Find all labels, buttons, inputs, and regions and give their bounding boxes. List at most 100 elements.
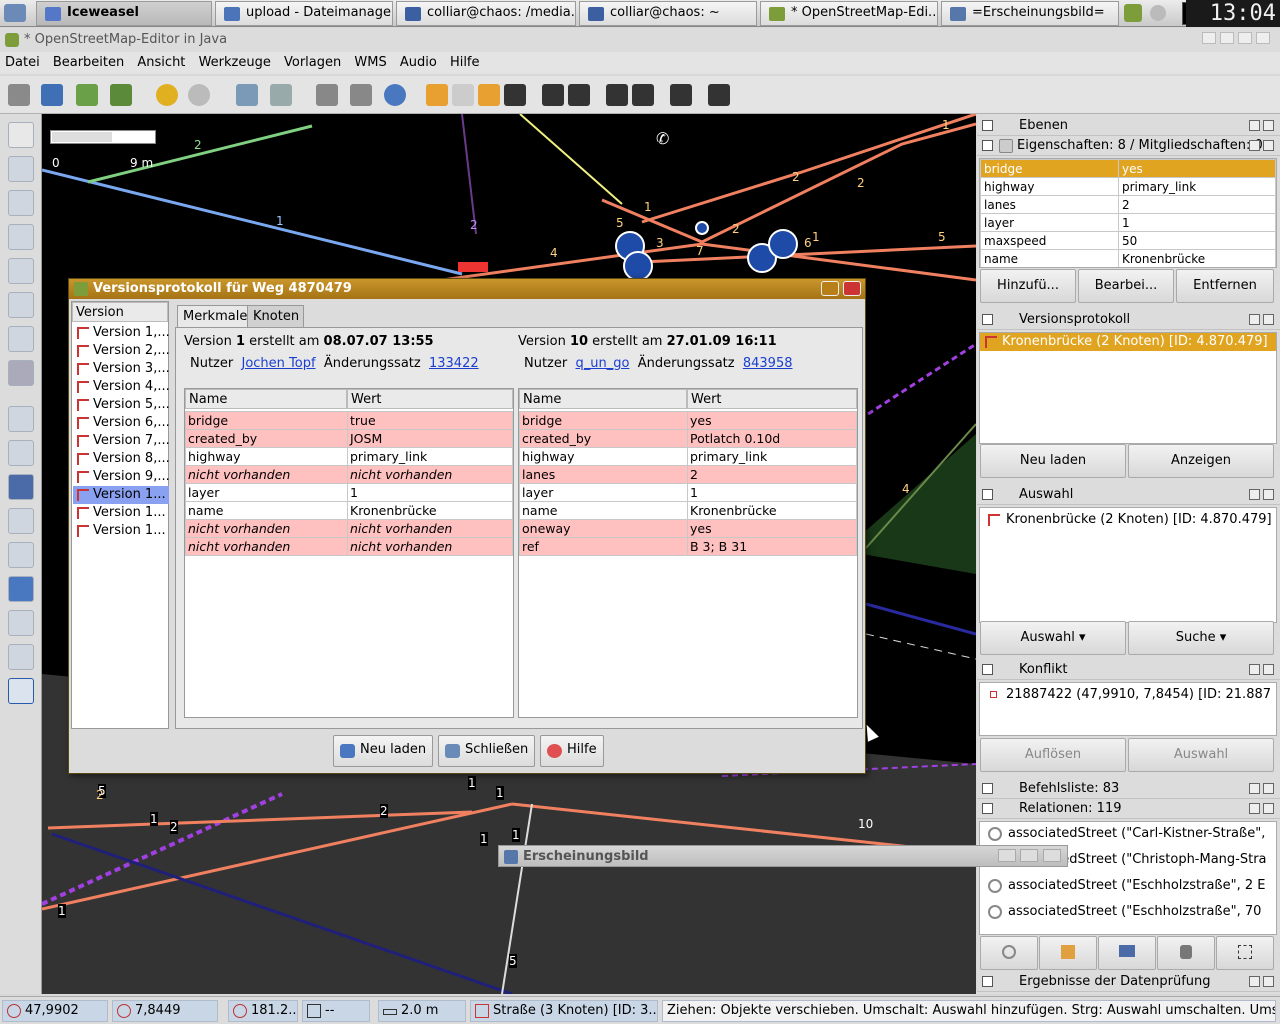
tag-key[interactable]: bridge	[185, 411, 348, 430]
delete-tool-icon[interactable]	[8, 258, 34, 284]
draw-tool-icon[interactable]	[8, 156, 34, 182]
dialog-titlebar[interactable]: Versionsprotokoll für Weg 4870479	[69, 279, 865, 299]
tag-value[interactable]: primary_link	[347, 447, 513, 466]
redo-icon[interactable]	[188, 84, 210, 106]
collapse-icon[interactable]	[982, 140, 993, 151]
relation-item[interactable]: associatedStreet ("Eschholzstraße", 2 E	[980, 874, 1276, 900]
validator-toggle-icon[interactable]	[8, 610, 34, 636]
history-toggle-icon[interactable]	[8, 644, 34, 670]
ergebnisse-header[interactable]: Ergebnisse der Datenprüfung	[977, 972, 1280, 992]
preferences-icon[interactable]	[270, 84, 292, 106]
commands-toggle-icon[interactable]	[8, 508, 34, 534]
maximize-icon[interactable]	[1020, 849, 1039, 862]
chart-icon[interactable]	[708, 84, 730, 106]
version-item[interactable]: Version 7,...	[73, 432, 169, 450]
clock[interactable]: 13:04	[1186, 0, 1280, 27]
tag-value[interactable]: nicht vorhanden	[347, 519, 513, 538]
dialog-maximize-icon[interactable]	[821, 281, 839, 296]
area-tool-icon[interactable]	[8, 190, 34, 216]
undock-icon[interactable]	[1249, 803, 1260, 814]
select-tool-icon[interactable]	[8, 122, 34, 148]
close-icon[interactable]	[1263, 976, 1274, 987]
tag-key[interactable]: ref	[519, 537, 688, 556]
tag-value[interactable]: 2	[687, 465, 857, 484]
combine-way-icon[interactable]	[350, 84, 372, 106]
building-icon[interactable]	[606, 84, 628, 106]
tag-key[interactable]: nicht vorhanden	[185, 537, 348, 556]
col-value-header[interactable]: Wert	[687, 389, 857, 409]
prop-row[interactable]: lanes 2	[980, 195, 1276, 214]
conflict-toggle-icon[interactable]	[8, 542, 34, 568]
tag-value[interactable]: nicht vorhanden	[347, 537, 513, 556]
tag-row[interactable]: lanes 2	[519, 465, 857, 484]
tag-row[interactable]: created_by JOSM	[185, 429, 513, 448]
menu-ansicht[interactable]: Ansicht	[132, 52, 189, 70]
tag-key[interactable]: created_by	[185, 429, 348, 448]
col-name-header[interactable]: Name	[185, 389, 347, 409]
relation-delete-button[interactable]	[1157, 936, 1215, 970]
tag-value[interactable]: 1	[687, 483, 857, 502]
version-item[interactable]: Version 1...	[73, 504, 169, 522]
close-button[interactable]: Schließen	[438, 735, 536, 767]
relation-item[interactable]: associatedStreet ("Eschholzstraße", 70	[980, 900, 1276, 926]
dialog-close-icon[interactable]	[843, 281, 861, 296]
tag-key[interactable]: name	[185, 501, 348, 520]
tray-network-icon[interactable]	[1150, 5, 1166, 21]
undo-icon[interactable]	[156, 84, 178, 106]
save-icon[interactable]	[41, 84, 63, 106]
tag-value[interactable]: yes	[687, 411, 857, 430]
prop-key[interactable]: name	[980, 249, 1119, 267]
prop-key[interactable]: bridge	[980, 159, 1119, 178]
expand-icon[interactable]	[982, 120, 993, 131]
tag-value[interactable]: true	[347, 411, 513, 430]
reverse-way-icon[interactable]	[384, 84, 406, 106]
menu-bearbeiten[interactable]: Bearbeiten	[48, 52, 128, 70]
task-terminal-media[interactable]: colliar@chaos: /media...	[396, 1, 576, 26]
tab-knoten[interactable]: Knoten	[247, 305, 305, 327]
tag-key[interactable]: lanes	[519, 465, 688, 484]
changeset-link[interactable]: 843958	[743, 356, 793, 371]
version-item[interactable]: Version 1,...	[73, 324, 169, 342]
tag-row[interactable]: bridge yes	[519, 411, 857, 430]
zoom-icon[interactable]	[236, 84, 258, 106]
selection-item[interactable]: Kronenbrücke (2 Knoten) [ID: 4.870.479]	[980, 508, 1276, 528]
menu-werkzeuge[interactable]: Werkzeuge	[194, 52, 275, 70]
user-link[interactable]: Jochen Topf	[242, 356, 316, 371]
collapse-icon[interactable]	[982, 489, 993, 500]
menu-wms[interactable]: WMS	[349, 52, 390, 70]
close-icon[interactable]	[1263, 783, 1274, 794]
properties-toggle-icon[interactable]	[8, 440, 34, 466]
tag-value[interactable]: JOSM	[347, 429, 513, 448]
selection-toggle-icon[interactable]	[8, 474, 34, 500]
relationen-header[interactable]: Relationen: 119	[977, 799, 1280, 819]
version-item-selected[interactable]: Version 1...	[73, 486, 169, 504]
col-name-header[interactable]: Name	[519, 389, 687, 409]
undock-icon[interactable]	[1249, 976, 1260, 987]
layers-toggle-icon[interactable]	[8, 406, 34, 432]
tag-row[interactable]: created_by Potlatch 0.10d	[519, 429, 857, 448]
version-item[interactable]: Version 3,...	[73, 360, 169, 378]
versionsprotokoll-header[interactable]: Versionsprotokoll	[977, 310, 1280, 330]
menu-audio[interactable]: Audio	[395, 52, 441, 70]
tag-key[interactable]: oneway	[519, 519, 688, 538]
tag-key[interactable]: nicht vorhanden	[185, 519, 348, 538]
tag-row[interactable]: ref B 3; B 31	[519, 537, 857, 556]
close-icon[interactable]	[1263, 803, 1274, 814]
prop-value[interactable]: primary_link	[1118, 177, 1276, 196]
prop-row[interactable]: bridge yes	[980, 159, 1276, 178]
close-icon[interactable]	[1263, 314, 1274, 325]
tray-josm-icon[interactable]	[1124, 4, 1142, 22]
upload-icon[interactable]	[76, 84, 98, 106]
ebenen-header[interactable]: Ebenen	[977, 116, 1280, 136]
tag-key[interactable]: bridge	[519, 411, 688, 430]
close-icon[interactable]	[1263, 664, 1274, 675]
task-terminal-home[interactable]: colliar@chaos: ~	[579, 1, 757, 26]
tag-row[interactable]: layer 1	[185, 483, 513, 502]
konflikt-header[interactable]: Konflikt	[977, 660, 1280, 680]
minimize-button[interactable]	[1202, 32, 1216, 44]
tag-key[interactable]: layer	[519, 483, 688, 502]
image-tool-icon[interactable]	[8, 360, 34, 386]
tag-value[interactable]: Kronenbrücke	[687, 501, 857, 520]
undock-icon[interactable]	[1249, 489, 1260, 500]
align-circle-icon[interactable]	[426, 84, 448, 106]
